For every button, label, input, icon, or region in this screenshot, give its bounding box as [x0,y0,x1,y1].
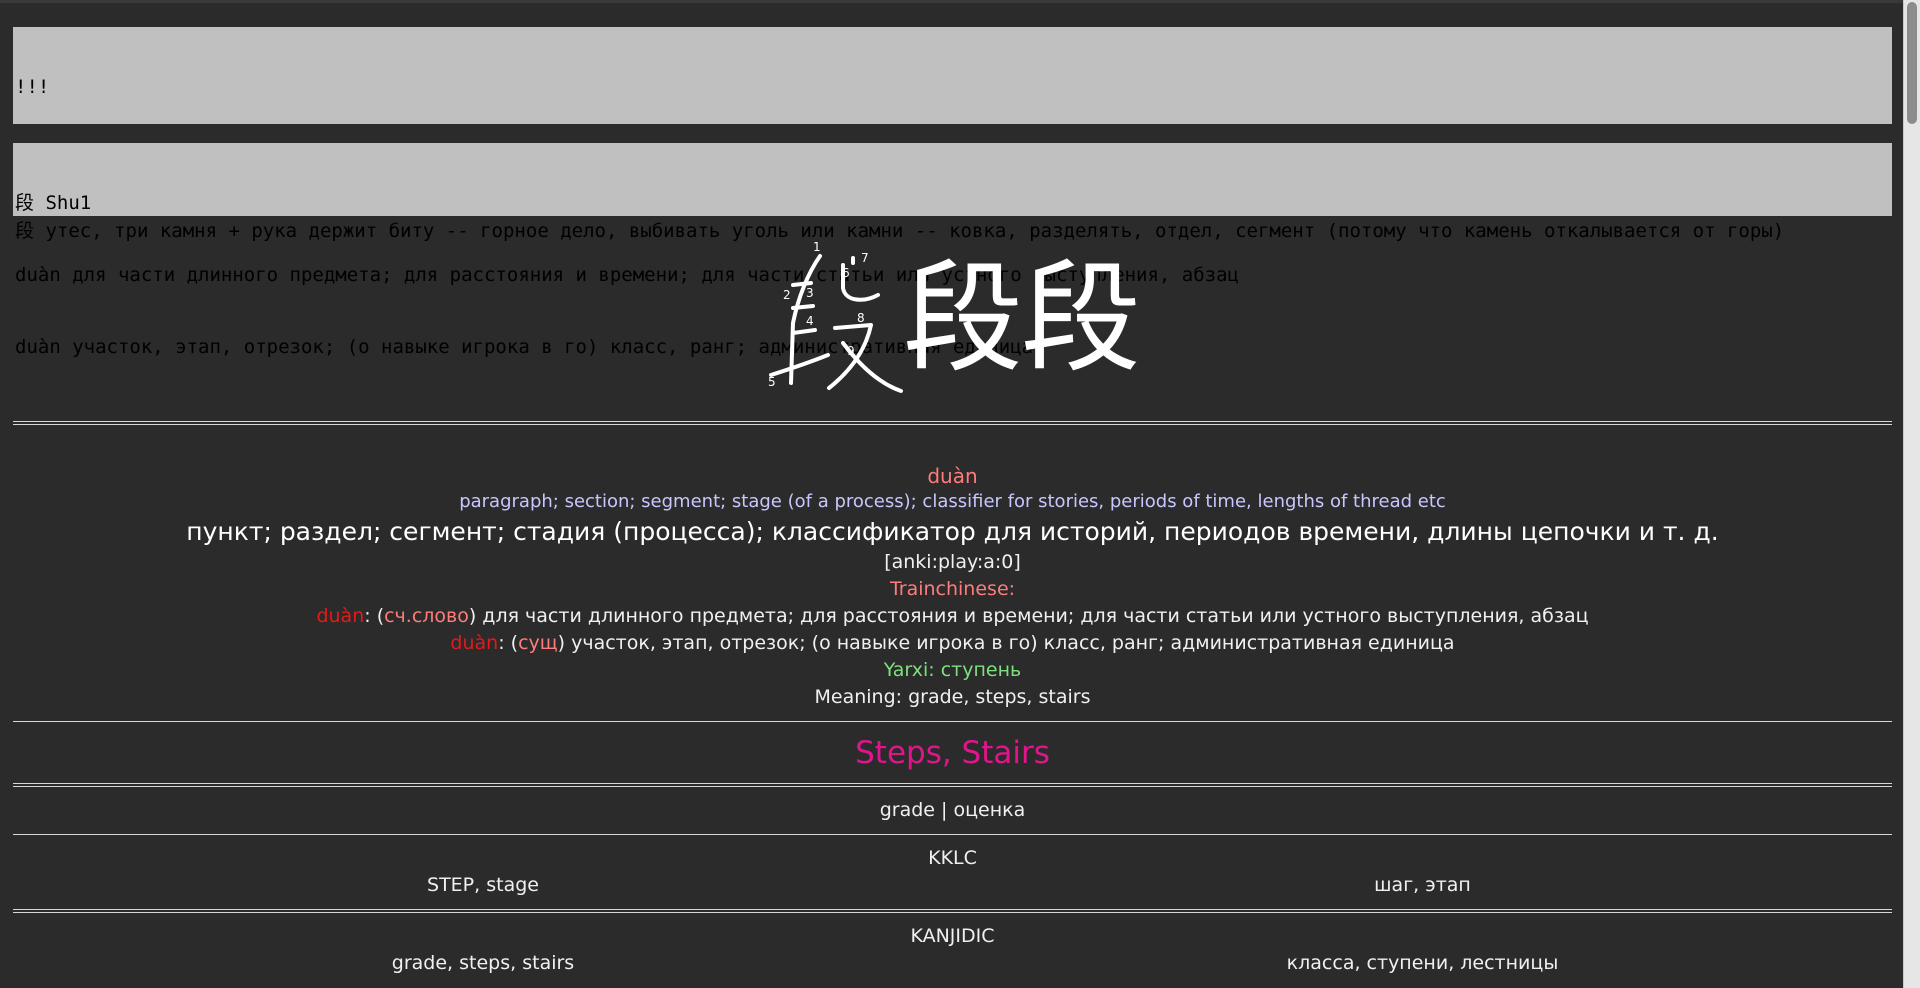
vertical-scrollbar[interactable] [1903,0,1920,988]
tc2-text: ) участок, этап, отрезок; (о навыке игро… [557,632,1455,654]
stroke-number-3: 3 [806,286,814,300]
stroke-3 [791,304,815,310]
tc1-part-of-speech: сч.слово [384,605,469,627]
stroke-number-9: 9 [847,344,855,358]
stroke-4 [791,328,817,335]
tc1-pinyin: duàn [316,605,365,627]
yarxi-meaning: Yarxi: ступень [883,659,1022,681]
note-source: 段 Shu1 [15,192,92,214]
stroke-number-8: 8 [857,311,865,325]
russian-definition: пункт; раздел; сегмент; стадия (процесса… [186,517,1719,546]
dictionary-note: 段 Shu1 duàn для части длинного предмета;… [13,143,1892,358]
stroke-number-4: 4 [806,314,814,328]
pinyin-reading: duàn [927,464,978,488]
stroke-number-6: 6 [842,266,850,280]
divider [13,783,1892,787]
kklc-title: KKLC [928,847,977,869]
tc1-text: ) для части длинного предмета; для расст… [468,605,1589,627]
stroke-number-2: 2 [783,288,791,302]
stroke-number-1: 1 [813,240,821,254]
tc2-part-of-speech: сущ [518,632,558,654]
stroke-5 [769,353,830,377]
trainchinese-entry-2: duàn: (сущ) участок, этап, отрезок; (о н… [450,632,1455,654]
stroke-2 [791,281,813,287]
stroke-order-diagram: 1 2 3 4 5 6 7 8 9 [768,240,903,393]
divider [13,721,1892,722]
trainchinese-entry-1: duàn: (сч.слово) для части длинного пред… [316,605,1589,627]
card-viewport: !!! 段 утес, три камня + рука держит биту… [0,0,1904,988]
english-definition: paragraph; section; segment; stage (of a… [459,491,1446,512]
section-title: Steps, Stairs [855,735,1050,771]
kklc-russian: шаг, этап [1374,874,1471,896]
meaning-line: Meaning: grade, steps, stairs [814,686,1091,708]
character-display: 1 2 3 4 5 6 7 8 9 段 段 [753,233,1183,403]
character-glyph-1: 段 [903,250,1023,389]
trainchinese-title: Trainchinese: [889,578,1016,600]
character-glyph-2: 段 [1021,250,1141,389]
kklc-english: STEP, stage [427,874,539,896]
divider [13,909,1892,913]
tc2-pinyin: duàn [450,632,499,654]
kanjidic-title: KANJIDIC [910,925,995,947]
scrollbar-thumb[interactable] [1907,2,1917,124]
audio-tag: [anki:play:a:0] [884,551,1021,573]
grade-line: grade | оценка [879,799,1026,821]
kanjidic-english: grade, steps, stairs [391,952,575,974]
note-exclaim: !!! [15,76,50,98]
kanjidic-russian: класса, ступени, лестницы [1286,952,1559,974]
divider [13,421,1892,425]
stroke-number-7: 7 [861,251,869,265]
stroke-number-5: 5 [768,375,776,389]
divider [13,834,1892,835]
mnemonic-note: !!! 段 утес, три камня + рука держит биту… [13,27,1892,242]
